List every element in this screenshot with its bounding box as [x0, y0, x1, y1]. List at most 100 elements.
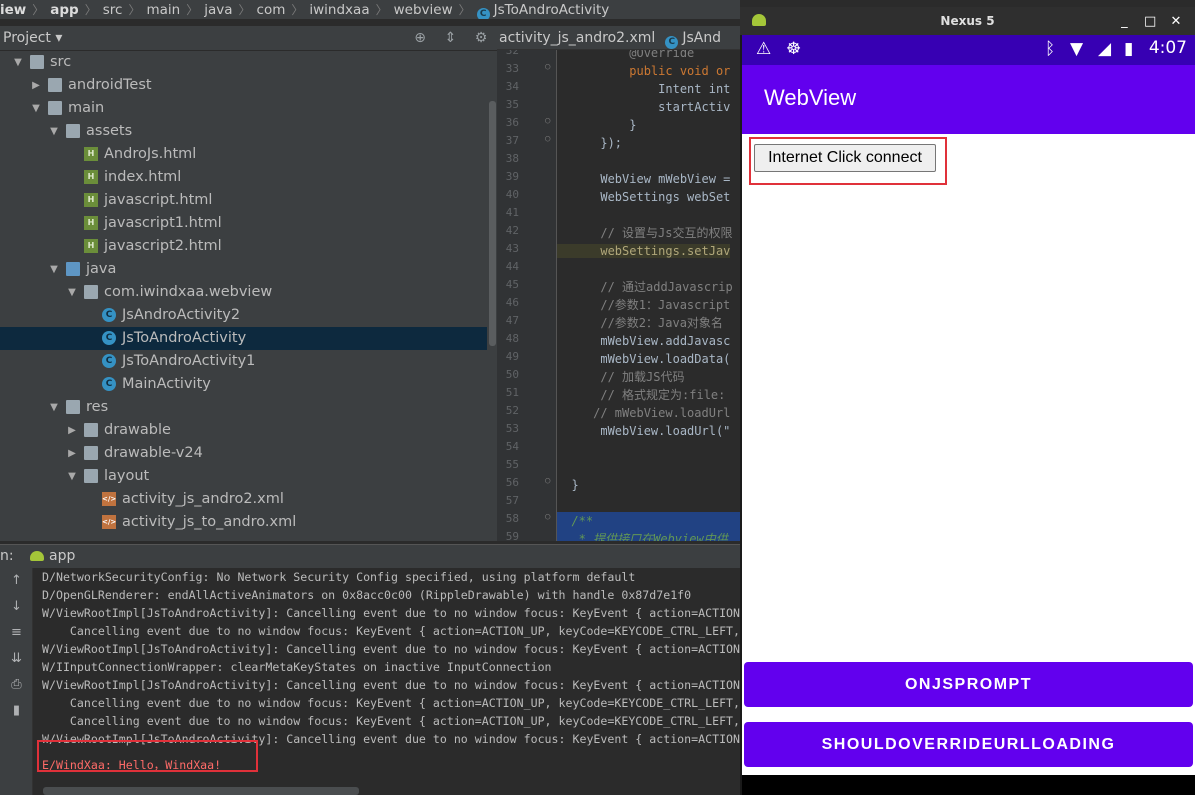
expand-arrow-icon[interactable]: ▼ [48, 120, 60, 143]
collapse-arrow-icon[interactable]: ▶ [30, 74, 42, 97]
code-line[interactable]: // 加载JS代码 [557, 368, 740, 386]
onjsprompt-button[interactable]: ONJSPROMPT [744, 662, 1193, 707]
tree-item[interactable]: ▶ drawable [0, 419, 487, 442]
tree-scrollbar[interactable] [487, 51, 497, 541]
tree-item[interactable]: Hjavascript1.html [0, 212, 487, 235]
tree-item[interactable]: C JsToAndroActivity [0, 327, 487, 350]
breadcrumb-item[interactable]: app [50, 0, 78, 19]
target-icon[interactable]: ⊕ [410, 26, 430, 50]
breadcrumb-item[interactable]: java [204, 0, 232, 19]
tree-item[interactable]: ▶ androidTest [0, 74, 487, 97]
breadcrumb-item[interactable]: iwindxaa [309, 0, 369, 19]
expand-arrow-icon[interactable]: ▼ [66, 281, 78, 304]
collapse-arrow-icon[interactable]: ▶ [66, 442, 78, 465]
close-icon[interactable]: ✕ [1165, 8, 1187, 36]
code-line[interactable] [557, 458, 740, 476]
collapse-icon[interactable]: ⇕ [441, 26, 461, 50]
shouldoverrideurlloading-button[interactable]: SHOULDOVERRIDEURLLOADING [744, 722, 1193, 767]
tree-item[interactable]: ▼ java [0, 258, 487, 281]
code-line[interactable]: } [557, 476, 740, 494]
breadcrumb-item[interactable]: com [257, 0, 286, 19]
expand-arrow-icon[interactable]: ▼ [30, 97, 42, 120]
code-line[interactable]: mWebView.loadUrl(" [557, 422, 740, 440]
tree-item[interactable]: Hjavascript2.html [0, 235, 487, 258]
tree-item[interactable]: ▼ src [0, 51, 487, 74]
minimize-icon[interactable]: _ [1113, 8, 1135, 36]
tree-item[interactable]: ▶ drawable-v24 [0, 442, 487, 465]
code-line[interactable]: * 提供接口在Webview中供 [557, 530, 740, 541]
code-line[interactable]: // 设置与Js交互的权限 [557, 224, 740, 242]
breadcrumb-item[interactable]: main [146, 0, 180, 19]
fold-marker-icon[interactable]: ○ [545, 134, 550, 144]
code-line[interactable]: mWebView.addJavasc [557, 332, 740, 350]
code-editor[interactable]: @Override public void or Intent int star… [557, 50, 740, 541]
code-text: @Override [557, 50, 695, 60]
scroll-up-icon[interactable]: ↑ [0, 568, 33, 594]
tree-item[interactable]: C JsToAndroActivity1 [0, 350, 487, 373]
breadcrumb-item[interactable]: src [103, 0, 123, 19]
code-line[interactable]: // 通过addJavascrip [557, 278, 740, 296]
code-line[interactable]: //参数1：Javascript [557, 296, 740, 314]
tree-item[interactable]: ▼ res [0, 396, 487, 419]
scroll-down-icon[interactable]: ↓ [0, 594, 33, 620]
code-line[interactable]: // 格式规定为:file: [557, 386, 740, 404]
code-text: // 设置与Js交互的权限 [557, 226, 733, 240]
breadcrumb-item[interactable]: JsToAndroActivity [494, 0, 610, 19]
breadcrumb-item[interactable]: iew [0, 0, 26, 19]
tree-item[interactable]: ▼ layout [0, 465, 487, 488]
expand-arrow-icon[interactable]: ▼ [66, 465, 78, 488]
code-line[interactable]: /** [557, 512, 740, 530]
soft-wrap-icon[interactable]: ≡ [0, 620, 33, 646]
html-file-icon: H [84, 239, 98, 253]
expand-arrow-icon[interactable]: ▼ [48, 396, 60, 419]
tree-item[interactable]: Hjavascript.html [0, 189, 487, 212]
collapse-arrow-icon[interactable]: ▶ [66, 419, 78, 442]
tree-item[interactable]: </> activity_js_andro2.xml [0, 488, 487, 511]
print-icon[interactable]: ⎙ [0, 672, 33, 698]
console-h-scrollbar[interactable] [43, 787, 359, 795]
expand-arrow-icon[interactable]: ▼ [48, 258, 60, 281]
code-line[interactable]: }); [557, 134, 740, 152]
project-view-dropdown[interactable]: Project ▾ [3, 26, 62, 50]
code-line[interactable]: startActiv [557, 98, 740, 116]
fold-marker-icon[interactable]: ○ [545, 62, 550, 72]
code-line[interactable] [557, 440, 740, 458]
code-line[interactable]: WebSettings webSet [557, 188, 740, 206]
breadcrumb-separator: 〉 [128, 3, 141, 17]
fold-marker-icon[interactable]: ○ [545, 476, 550, 486]
tree-item[interactable]: </> activity_js_to_andro.xml [0, 511, 487, 534]
tree-item[interactable]: ▼ assets [0, 120, 487, 143]
code-line[interactable] [557, 206, 740, 224]
code-text: public void or [557, 64, 731, 78]
breadcrumb-item[interactable]: webview [394, 0, 453, 19]
maximize-icon[interactable]: □ [1139, 8, 1161, 36]
code-line[interactable]: public void or [557, 62, 740, 80]
tree-item[interactable]: ▼ com.iwindxaa.webview [0, 281, 487, 304]
editor-tab[interactable]: activity_js_andro2.xml [497, 26, 663, 49]
code-line[interactable]: } [557, 116, 740, 134]
code-line[interactable]: Intent int [557, 80, 740, 98]
editor-tab[interactable]: C JsAnd [663, 26, 729, 49]
code-line[interactable] [557, 260, 740, 278]
code-line[interactable] [557, 152, 740, 170]
code-line[interactable] [557, 494, 740, 512]
code-line[interactable]: WebView mWebView = [557, 170, 740, 188]
tree-item[interactable]: C JsAndroActivity2 [0, 304, 487, 327]
fold-marker-icon[interactable]: ○ [545, 116, 550, 126]
tree-item[interactable]: ▼ main [0, 97, 487, 120]
code-line[interactable]: @Override [557, 50, 740, 62]
gear-icon[interactable]: ⚙ [471, 26, 491, 50]
fold-marker-icon[interactable]: ○ [545, 512, 550, 522]
scroll-to-end-icon[interactable]: ⇊ [0, 646, 33, 672]
run-tab-app[interactable]: app [30, 545, 75, 567]
code-line[interactable]: //参数2：Java对象名 [557, 314, 740, 332]
code-line[interactable]: // mWebView.loadUrl [557, 404, 740, 422]
code-line[interactable]: webSettings.setJav [557, 242, 740, 260]
trash-icon[interactable]: ▮ [0, 698, 33, 724]
code-line[interactable]: mWebView.loadData( [557, 350, 740, 368]
tree-item[interactable]: H AndroJs.html [0, 143, 487, 166]
tree-item[interactable]: C MainActivity [0, 373, 487, 396]
tree-scroll-thumb[interactable] [489, 101, 496, 346]
expand-arrow-icon[interactable]: ▼ [12, 51, 24, 74]
tree-item[interactable]: Hindex.html [0, 166, 487, 189]
